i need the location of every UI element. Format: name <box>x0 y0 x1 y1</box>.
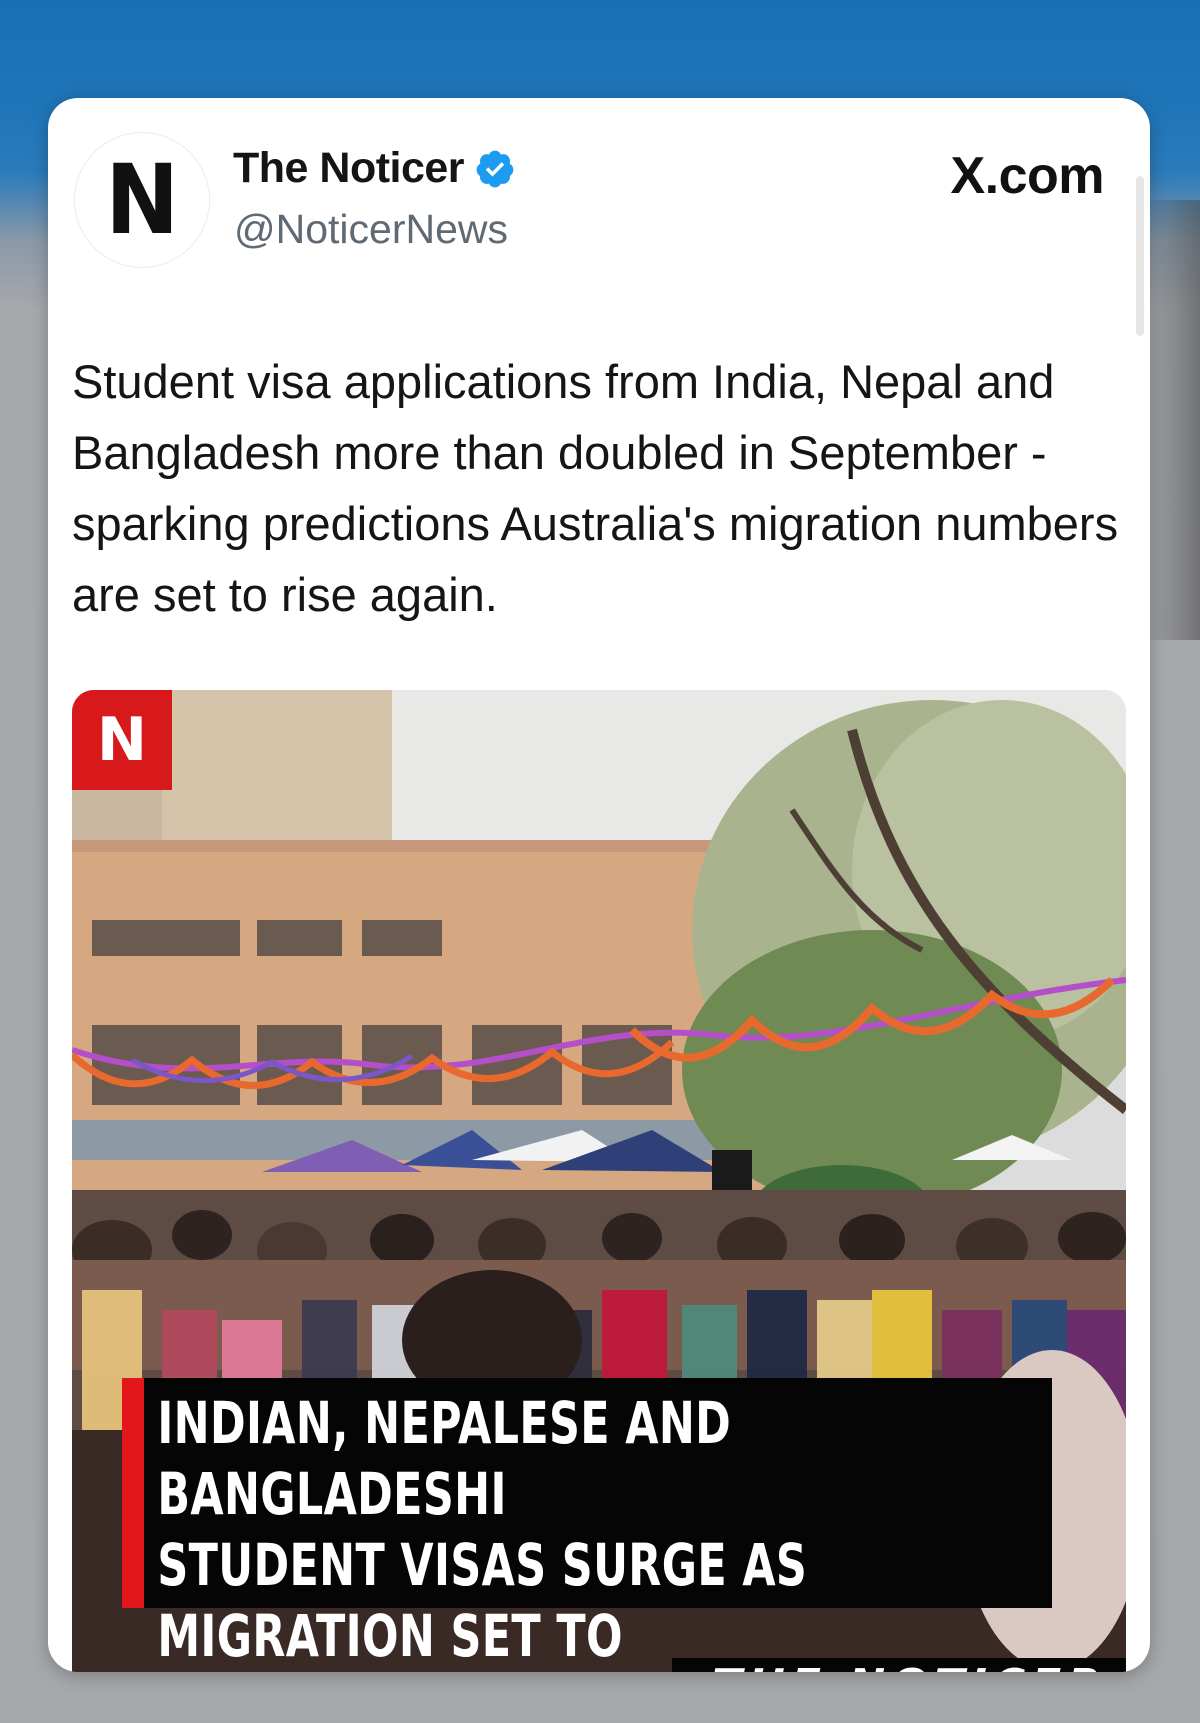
source-label[interactable]: X.com <box>950 146 1104 206</box>
post-text: Student visa applications from India, Ne… <box>72 355 1119 621</box>
post-image[interactable]: N INDIAN, NEPALESE AND BANGLADESHI STUDE… <box>72 690 1126 1672</box>
author-name-row: The Noticer <box>233 144 516 193</box>
headline-text: INDIAN, NEPALESE AND BANGLADESHI STUDENT… <box>157 1389 808 1670</box>
avatar-logo: N <box>105 144 179 256</box>
watermark-text: THE NOTICER <box>712 1664 1107 1673</box>
noticer-watermark: THE NOTICER <box>672 1658 1126 1672</box>
author-handle[interactable]: @NoticerNews <box>234 206 508 253</box>
post-card[interactable]: N The Noticer @NoticerNews X.com Student… <box>48 98 1150 1672</box>
author-display-name[interactable]: The Noticer <box>233 144 465 193</box>
noticer-badge-logo: N <box>72 690 172 790</box>
headline-banner: INDIAN, NEPALESE AND BANGLADESHI STUDENT… <box>122 1378 1052 1670</box>
headline-accent-bar <box>122 1378 144 1608</box>
avatar[interactable]: N <box>74 132 210 268</box>
scrollbar-thumb[interactable] <box>1136 176 1144 336</box>
verified-badge-icon <box>476 150 514 187</box>
